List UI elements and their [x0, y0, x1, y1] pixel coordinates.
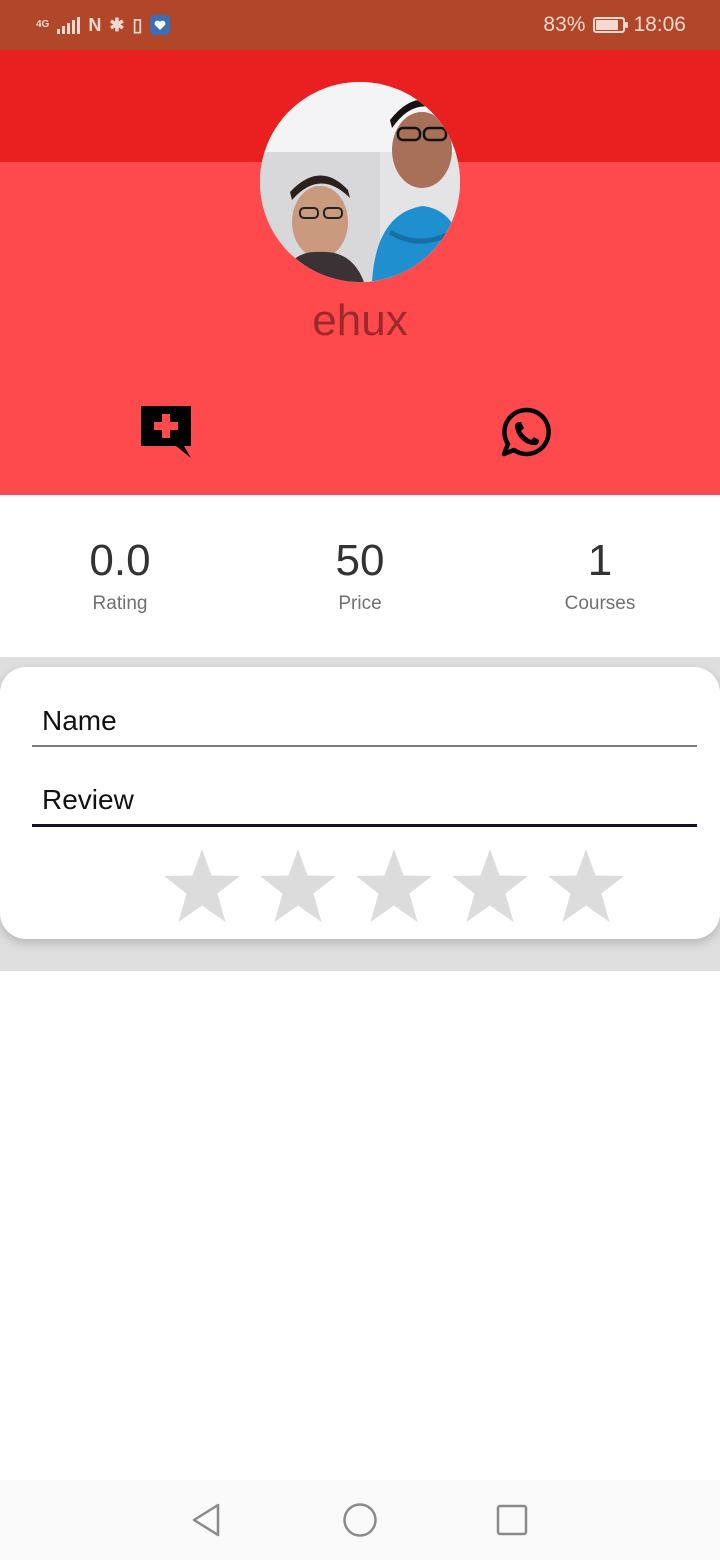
courses-value: 1	[587, 536, 613, 585]
stat-courses: 1 Courses	[480, 535, 720, 615]
add-comment-button[interactable]	[136, 402, 196, 462]
home-button[interactable]	[340, 1500, 380, 1540]
courses-label: Courses	[564, 593, 636, 614]
status-bar: 4G N ✱ ▯ 83% 18:06	[0, 0, 720, 50]
nfc-icon: N	[88, 15, 102, 35]
vibrate-icon: ▯	[132, 15, 143, 35]
app-notification-icon	[150, 15, 171, 35]
star-icon[interactable]	[450, 847, 530, 927]
back-triangle-icon	[192, 1503, 220, 1537]
profile-photo-icon	[260, 82, 460, 282]
whatsapp-button[interactable]	[496, 402, 556, 462]
review-card: Name Review	[0, 667, 720, 939]
home-circle-icon	[343, 1503, 377, 1537]
stat-rating: 0.0 Rating	[0, 535, 240, 615]
bluetooth-icon: ✱	[109, 15, 125, 35]
star-icon[interactable]	[546, 847, 626, 927]
network-type: 4G	[36, 19, 50, 30]
rating-value: 0.0	[89, 536, 151, 585]
star-icon[interactable]	[354, 847, 434, 927]
rating-bar[interactable]	[162, 847, 626, 927]
username: ehux	[312, 296, 408, 345]
star-icon[interactable]	[258, 847, 338, 927]
name-field-label: Name	[42, 705, 117, 736]
stats-section: 0.0 Rating 50 Price 1 Courses	[0, 495, 720, 657]
status-icons-left: 4G N ✱ ▯	[36, 12, 171, 38]
signal-indicator: 4G	[36, 20, 49, 30]
battery-icon	[593, 17, 629, 33]
clock: 18:06	[633, 13, 686, 36]
name-field[interactable]: Name	[32, 703, 697, 747]
recents-button[interactable]	[492, 1500, 532, 1540]
review-field-label: Review	[42, 784, 134, 815]
name-field-underline	[32, 745, 697, 747]
avatar[interactable]	[260, 82, 460, 282]
back-button[interactable]	[186, 1500, 226, 1540]
chat-plus-icon	[141, 406, 191, 458]
review-field-underline	[32, 824, 697, 827]
status-icons-right: 83% 18:06	[543, 12, 686, 38]
battery-percent: 83%	[543, 13, 586, 36]
whatsapp-icon	[501, 407, 551, 457]
signal-bars-icon	[57, 16, 81, 34]
stat-price: 50 Price	[240, 535, 480, 615]
star-icon[interactable]	[162, 847, 242, 927]
review-field[interactable]: Review	[32, 782, 697, 827]
navigation-bar	[0, 1480, 720, 1560]
price-value: 50	[335, 536, 385, 585]
recents-square-icon	[496, 1504, 528, 1536]
price-label: Price	[338, 593, 382, 614]
rating-label: Rating	[92, 593, 148, 614]
